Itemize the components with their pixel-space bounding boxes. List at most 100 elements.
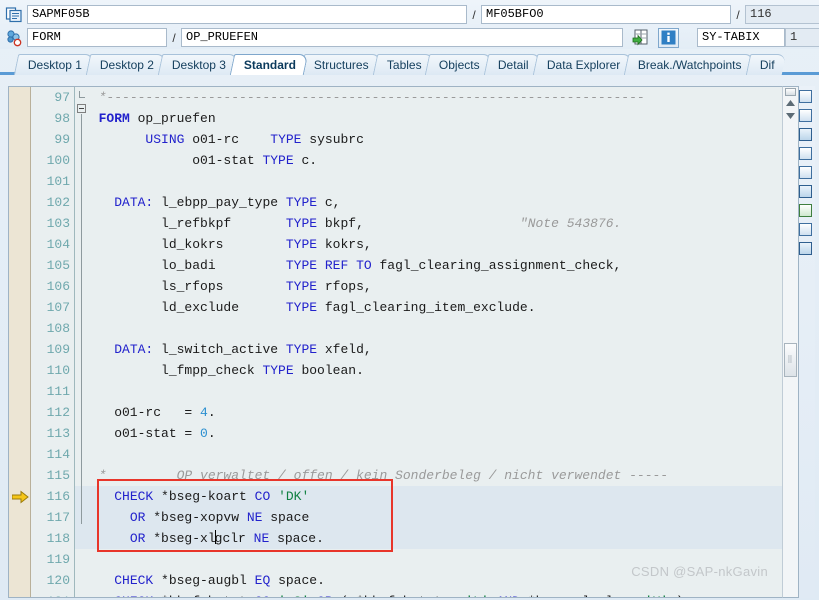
line-number: 112 (46, 405, 70, 420)
breakpoint-gutter[interactable] (9, 87, 31, 597)
line-number: 100 (46, 153, 70, 168)
sy-tabix-label: SY-TABIX (697, 28, 785, 47)
code-line[interactable] (75, 381, 782, 402)
code-line[interactable]: l_fmpp_check TYPE boolean. (75, 360, 782, 381)
header-button-group (623, 27, 689, 48)
tab-label: Tables (386, 58, 422, 72)
line-number: 116 (46, 489, 70, 504)
code-line[interactable]: lo_badi TYPE REF TO fagl_clearing_assign… (75, 255, 782, 276)
activate-icon[interactable] (799, 202, 814, 219)
editor-tool-rail[interactable] (799, 86, 815, 598)
code-line[interactable]: USING o01-rc TYPE sysubrc (75, 129, 782, 150)
form-name-input[interactable]: OP_PRUEFEN (181, 28, 623, 47)
code-line[interactable]: o01-stat TYPE c. (75, 150, 782, 171)
separator-slash-1: / (472, 7, 476, 22)
print-icon[interactable] (799, 145, 814, 162)
scrollbar-track-upper[interactable] (783, 122, 798, 343)
code-line[interactable] (75, 171, 782, 192)
code-line[interactable]: DATA: l_ebpp_pay_type TYPE c, (75, 192, 782, 213)
current-statement-arrow-icon (11, 490, 29, 504)
tab-structures[interactable]: Structures (299, 54, 382, 75)
text-cursor (214, 530, 216, 544)
line-number: 108 (46, 321, 70, 336)
display-change-icon[interactable] (799, 107, 814, 124)
line-number: 111 (46, 384, 70, 399)
line-number: 101 (46, 174, 70, 189)
debugger-header: SAPMF05B / MF05BFO0 / 116 SY-SUBRC 0 FOR… (0, 0, 819, 49)
include-name-input[interactable]: MF05BFO0 (481, 5, 731, 24)
scroll-down-arrow-icon[interactable] (783, 109, 798, 122)
pretty-printer-icon[interactable] (799, 164, 814, 181)
tab-desktop-3[interactable]: Desktop 3 (157, 54, 239, 75)
line-number: 114 (46, 447, 70, 462)
line-number: 115 (46, 468, 70, 483)
event-type-input[interactable]: FORM (27, 28, 167, 47)
sap-abap-debugger-window: SAPMF05B / MF05BFO0 / 116 SY-SUBRC 0 FOR… (0, 0, 819, 600)
line-number: 107 (46, 300, 70, 315)
code-line[interactable] (75, 549, 782, 570)
separator-slash-3: / (172, 30, 176, 45)
scrollbar-track-lower[interactable] (783, 377, 798, 598)
tab-label: Objects (439, 58, 481, 72)
pattern-icon[interactable] (799, 183, 814, 200)
code-line[interactable]: CHECK *bkpf-bstat CO ' S' OR ( *bkpf-bst… (75, 591, 782, 597)
tab-label: Desktop 2 (99, 58, 154, 72)
tab-label: Dif (759, 58, 775, 72)
code-line[interactable] (75, 444, 782, 465)
tab-dif[interactable]: Dif (745, 54, 786, 75)
code-line[interactable]: CHECK *bseg-augbl EQ space. (75, 570, 782, 591)
code-line[interactable]: OR *bseg-xlgclr NE space. (75, 528, 782, 549)
scrollbar-grip-handle[interactable]: ⣿ (784, 342, 797, 377)
line-number: 113 (46, 426, 70, 441)
code-line[interactable]: l_refbkpf TYPE bkpf, "Note 543876. (75, 213, 782, 234)
tab-label: Detail (498, 58, 529, 72)
event-form-icon (4, 28, 24, 48)
line-number: 119 (46, 552, 70, 567)
info-icon[interactable] (658, 27, 679, 48)
tab-desktop-1[interactable]: Desktop 1 (13, 54, 95, 75)
grip-dots-icon: ⣿ (787, 355, 794, 363)
tab-label: Break./Watchpoints (638, 58, 742, 72)
line-number: 117 (46, 510, 70, 525)
line-number: 102 (46, 195, 70, 210)
code-line[interactable]: DATA: l_switch_active TYPE xfeld, (75, 339, 782, 360)
code-line[interactable]: o01-stat = 0. (75, 423, 782, 444)
line-number: 118 (46, 531, 70, 546)
line-number: 110 (46, 363, 70, 378)
code-line[interactable]: OR *bseg-xopvw NE space (75, 507, 782, 528)
code-line[interactable]: *---------------------------------------… (75, 87, 782, 108)
tab-objects[interactable]: Objects (425, 54, 493, 75)
tab-label: Desktop 3 (171, 58, 226, 72)
scrollbar-thumb[interactable] (785, 88, 796, 96)
where-used-icon[interactable] (799, 221, 814, 238)
source-code-editor[interactable]: 97 98 99 100 101 102 103 104 105 106 107 108 109 110 1… (8, 86, 782, 598)
source-code-panel: 97 98 99 100 101 102 103 104 105 106 107 108 109 110 1… (8, 86, 815, 598)
save-icon[interactable] (799, 126, 814, 143)
tab-break-watchpoints[interactable]: Break./Watchpoints (624, 54, 755, 75)
step-into-icon[interactable] (631, 28, 652, 48)
line-number: 98 (54, 111, 70, 126)
code-line[interactable]: FORM op_pruefen (75, 108, 782, 129)
find-icon[interactable] (799, 240, 814, 257)
code-line[interactable]: ls_rfops TYPE rfops, (75, 276, 782, 297)
code-line[interactable]: ld_kokrs TYPE kokrs, (75, 234, 782, 255)
tab-standard[interactable]: Standard (229, 54, 309, 75)
tab-desktop-2[interactable]: Desktop 2 (85, 54, 167, 75)
code-line[interactable]: o01-rc = 4. (75, 402, 782, 423)
separator-slash-2: / (736, 7, 740, 22)
tab-data-explorer[interactable]: Data Explorer (532, 54, 633, 75)
code-line[interactable]: CHECK *bseg-koart CO 'DK' (75, 486, 782, 507)
code-text-area[interactable]: *---------------------------------------… (75, 87, 782, 597)
code-line[interactable]: ld_exclude TYPE fagl_clearing_item_exclu… (75, 297, 782, 318)
code-line[interactable] (75, 318, 782, 339)
debugger-tab-strip: Desktop 1 Desktop 2 Desktop 3 Standard Struc… (0, 53, 819, 75)
line-number: 121 (31, 591, 70, 597)
program-name-input[interactable]: SAPMF05B (27, 5, 467, 24)
display-icon[interactable] (799, 88, 814, 105)
tab-label: Structures (314, 58, 369, 72)
line-number: 104 (46, 237, 70, 252)
tab-label: Desktop 1 (27, 58, 82, 72)
vertical-scrollbar[interactable]: ⣿ (782, 86, 799, 598)
code-line[interactable]: * OP verwaltet / offen / kein Sonderbele… (75, 465, 782, 486)
scroll-up-arrow-icon[interactable] (783, 96, 798, 109)
